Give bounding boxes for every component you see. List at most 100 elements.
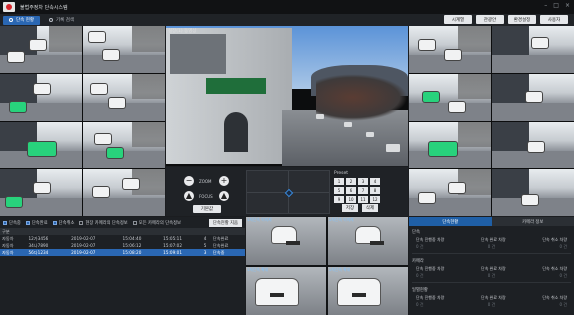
snapshot-image[interactable]: 2차단속 확대 [328, 267, 408, 315]
camera-tile[interactable] [0, 26, 82, 73]
zoom-label: ZOOM [199, 179, 212, 184]
table-row[interactable]: 자동차 12가3456 2019-02-07 15:04:40 15:05:11… [0, 235, 245, 242]
camera-tile[interactable] [492, 26, 574, 73]
focus-near-button[interactable]: ▲ [184, 191, 194, 201]
ptz-joystick[interactable] [246, 170, 330, 214]
filter-current-camera[interactable]: 현장 카메라의 단속정보 [79, 220, 128, 226]
preset-button[interactable]: 9 [334, 196, 344, 203]
tab-record-search[interactable]: 기록 검색 [43, 16, 80, 25]
joystick-knob[interactable] [284, 188, 294, 198]
camera-grid-right [409, 26, 574, 216]
camera-tile[interactable] [83, 73, 165, 121]
table-row[interactable]: 자동차 34나7890 2019-02-07 15:06:12 15:07:02… [0, 242, 245, 249]
preset-button[interactable]: 12 [370, 196, 380, 203]
camera-tile[interactable] [409, 73, 491, 121]
filter-cancelled[interactable]: 단속취소 [52, 220, 74, 226]
preset-button[interactable]: 1 [334, 178, 344, 185]
filter-all-cameras[interactable]: 모든 카메라의 단속정보 [132, 220, 182, 226]
preset-button[interactable]: 5 [334, 187, 344, 194]
focus-far-button[interactable]: ▲ [219, 191, 229, 201]
preset-button[interactable]: 11 [358, 196, 368, 203]
table-cell: 단속중 [210, 249, 245, 256]
tab-enforcement-status[interactable]: 단속 현황 [3, 15, 40, 25]
camera-tile[interactable] [0, 121, 82, 169]
management-button[interactable]: 관광안 [476, 15, 504, 24]
column-header[interactable] [210, 228, 245, 235]
stat-label: 단속 완료 차량 [481, 295, 506, 300]
preset-button[interactable]: 6 [346, 187, 356, 194]
detail-tabs: 단속현황 카메라 정보 [409, 217, 574, 226]
column-header[interactable] [161, 228, 202, 235]
column-header[interactable]: 구분 [0, 228, 27, 235]
table-row-selected[interactable]: 자동차 56다1234 2019-02-07 15:08:20 15:09:01… [0, 249, 245, 256]
column-header[interactable] [120, 228, 162, 235]
checkbox[interactable] [25, 220, 30, 225]
preset-button[interactable]: 2 [346, 178, 356, 185]
preset-button[interactable]: 4 [370, 178, 380, 185]
camera-tile[interactable] [492, 73, 574, 121]
camera-tile[interactable] [409, 169, 491, 216]
column-header[interactable] [26, 228, 70, 235]
filter-label: 현장 카메라의 단속정보 [85, 220, 128, 226]
camera-tile[interactable] [492, 121, 574, 169]
column-header[interactable] [201, 228, 211, 235]
camera-tile[interactable] [409, 121, 491, 169]
table-cell: 자동차 [2, 242, 14, 248]
checkbox[interactable] [52, 220, 57, 225]
vehicle-image [256, 279, 298, 305]
table-cell: 4 [203, 236, 207, 241]
minimize-icon[interactable]: – [544, 2, 547, 9]
camera-tile[interactable] [0, 169, 82, 216]
table-cell: 56다1234 [26, 249, 70, 256]
filter-in-progress[interactable]: 단속중 [3, 220, 21, 226]
clear-events-button[interactable]: 단속현황 지움 [208, 218, 242, 227]
zoom-out-button[interactable]: − [184, 176, 194, 186]
checkbox[interactable] [3, 220, 7, 225]
video-label: 실장(1) 동영상 [168, 29, 197, 34]
checkbox[interactable] [79, 220, 84, 225]
camera-tile[interactable] [409, 26, 491, 73]
user-button[interactable]: 사용자 [540, 15, 568, 24]
camera-tile[interactable] [83, 26, 165, 73]
camera-tile[interactable] [83, 169, 165, 216]
preset-actions: 저장 삭제 [342, 204, 378, 212]
filter-label: 모든 카메라의 단속정보 [138, 220, 182, 226]
preset-delete-button[interactable]: 삭제 [362, 204, 378, 212]
table-cell: 단속완료 [212, 235, 229, 241]
snapshot-image[interactable]: 2차단속 이미지 [328, 217, 408, 265]
close-icon[interactable]: × [565, 2, 570, 9]
section-title: 단속 [412, 230, 420, 235]
camera-tile[interactable] [492, 169, 574, 216]
checkbox[interactable] [132, 220, 137, 225]
tab-camera-info[interactable]: 카메라 정보 [491, 217, 574, 226]
tab-label: 단속 현황 [16, 18, 34, 23]
camera-tile[interactable] [83, 121, 165, 169]
filter-completed[interactable]: 단속완료 [25, 220, 48, 226]
vehicle-image [272, 227, 300, 245]
zoom-in-button[interactable]: + [219, 176, 229, 186]
event-list-panel: 단속중 단속완료 단속취소 현장 카메라의 단속정보 모든 카메라의 단속정보 … [0, 217, 245, 315]
preset-button[interactable]: 8 [370, 187, 380, 194]
default-button[interactable]: 기본값 [193, 205, 221, 213]
focus-label: FOCUS [199, 194, 213, 199]
tab-status[interactable]: 단속현황 [409, 217, 492, 226]
settings-button[interactable]: 환경설정 [508, 15, 536, 24]
timeline-button[interactable]: 시계열 [444, 15, 472, 24]
stat-value: 0 건 [487, 302, 496, 307]
main-video-view[interactable]: 실장(1) 동영상 [166, 26, 408, 166]
snapshot-image[interactable]: 1차단속 이미지 [246, 217, 326, 265]
section-title: 카메라 [412, 259, 424, 264]
table-cell: 자동차 [0, 249, 27, 256]
tab-label: 기록 검색 [56, 18, 74, 23]
maximize-icon[interactable]: □ [553, 2, 559, 9]
table-cell: 2019-02-07 [71, 243, 96, 248]
preset-button[interactable]: 7 [358, 187, 368, 194]
preset-save-button[interactable]: 저장 [342, 204, 358, 212]
snapshot-image[interactable]: 1차단속 확대 [246, 267, 326, 315]
camera-tile[interactable] [0, 73, 82, 121]
preset-button[interactable]: 3 [358, 178, 368, 185]
preset-button[interactable]: 10 [346, 196, 356, 203]
column-header[interactable] [69, 228, 121, 235]
stat-label: 단속 진행중 차량 [416, 266, 445, 271]
snapshot-label: 2차단속 이미지 [329, 217, 354, 222]
